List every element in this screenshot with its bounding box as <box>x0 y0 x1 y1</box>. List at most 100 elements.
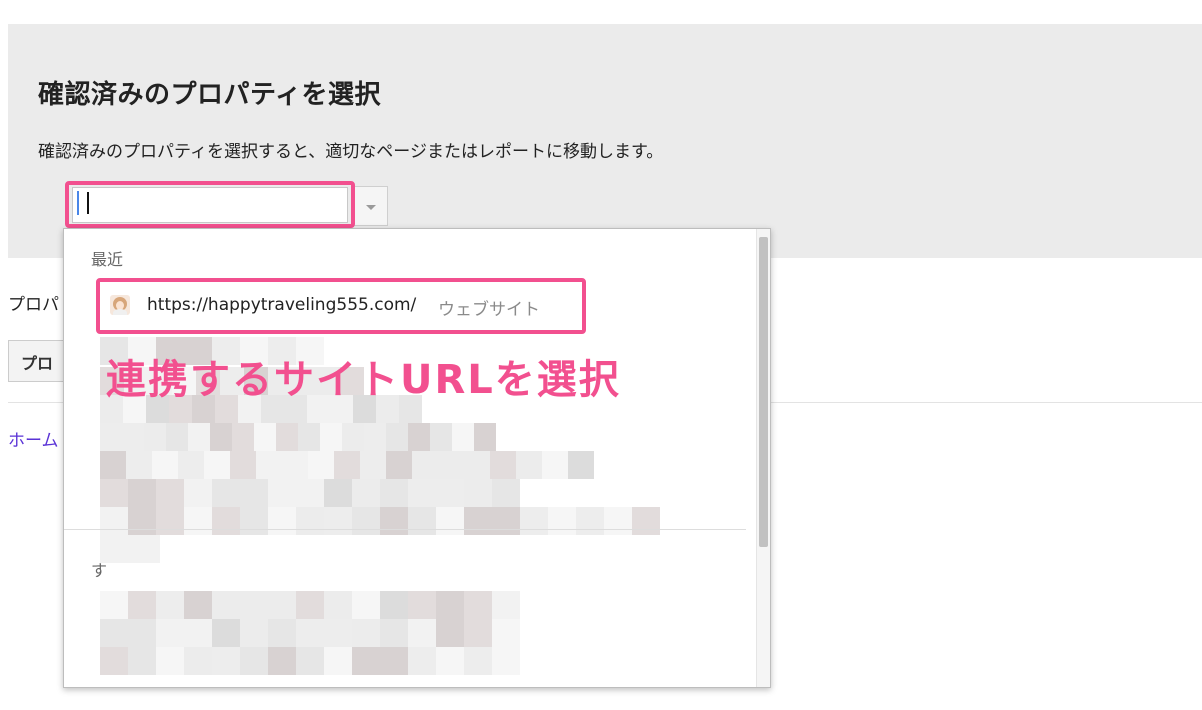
all-section-label: す <box>91 561 108 580</box>
blur-pixel <box>464 507 492 535</box>
blur-pixel <box>542 451 568 479</box>
blur-pixel <box>352 507 380 535</box>
blur-pixel <box>492 591 520 619</box>
annotation-text: 連携するサイトURLを選択 <box>106 357 621 403</box>
user-avatar-favicon-icon <box>110 295 130 315</box>
blur-pixel <box>166 423 188 451</box>
property-type: ウェブサイト <box>438 300 540 320</box>
blur-pixel <box>296 479 324 507</box>
blur-pixel <box>240 507 268 535</box>
blur-pixel <box>436 591 464 619</box>
blur-pixel <box>492 619 520 647</box>
blur-pixel <box>100 647 128 675</box>
blur-pixel <box>296 591 324 619</box>
blur-pixel <box>256 451 282 479</box>
blur-pixel <box>254 423 276 451</box>
blur-pixel <box>240 647 268 675</box>
blur-pixel <box>360 451 386 479</box>
blur-pixel <box>268 507 296 535</box>
blur-pixel <box>324 479 352 507</box>
blur-pixel <box>352 647 380 675</box>
blur-pixel <box>548 507 576 535</box>
blur-pixel <box>604 507 632 535</box>
property-url: https://happytraveling555.com/ <box>147 295 417 315</box>
blur-pixel <box>380 647 408 675</box>
blur-pixel <box>204 451 230 479</box>
blur-pixel <box>436 507 464 535</box>
blur-pixel <box>240 619 268 647</box>
blur-pixel <box>380 591 408 619</box>
blur-pixel <box>334 451 360 479</box>
triangle-down-icon[interactable] <box>352 186 388 226</box>
blur-pixel <box>296 507 324 535</box>
blur-pixel <box>268 619 296 647</box>
blur-pixel <box>122 423 144 451</box>
blur-pixel <box>436 479 464 507</box>
blur-pixel <box>128 507 156 535</box>
blur-pixel <box>128 619 156 647</box>
blur-pixel <box>156 619 184 647</box>
blur-pixel <box>464 619 492 647</box>
blur-pixel <box>100 451 126 479</box>
recent-property-item[interactable]: https://happytraveling555.com/ ウェブサイト <box>104 285 574 327</box>
blur-pixel <box>380 507 408 535</box>
blur-pixel <box>184 647 212 675</box>
home-link[interactable]: ホーム <box>8 426 59 451</box>
dropdown-divider <box>64 529 746 530</box>
blur-pixel <box>188 423 210 451</box>
property-search-input[interactable] <box>72 187 348 223</box>
blur-pixel <box>516 451 542 479</box>
blur-pixel <box>364 423 386 451</box>
blur-pixel <box>268 591 296 619</box>
blur-pixel <box>520 507 548 535</box>
blur-pixel <box>212 647 240 675</box>
blur-pixel <box>352 591 380 619</box>
blur-pixel <box>430 423 452 451</box>
blur-pixel <box>240 479 268 507</box>
blur-pixel <box>156 479 184 507</box>
blur-pixel <box>128 647 156 675</box>
property-select[interactable] <box>70 184 390 226</box>
blur-pixel <box>632 507 660 535</box>
blur-pixel <box>380 619 408 647</box>
blur-pixel <box>436 619 464 647</box>
input-focus-indicator <box>77 191 79 215</box>
background-label: プロパ <box>8 295 59 315</box>
scrollbar-thumb[interactable] <box>759 237 768 547</box>
blur-pixel <box>474 423 496 451</box>
blur-pixel <box>412 451 438 479</box>
blur-pixel <box>490 451 516 479</box>
blur-pixel <box>464 591 492 619</box>
blur-pixel <box>324 507 352 535</box>
blur-pixel <box>100 619 128 647</box>
blur-pixel <box>408 591 436 619</box>
blur-pixel <box>352 619 380 647</box>
blur-pixel <box>156 591 184 619</box>
blur-pixel <box>184 619 212 647</box>
blur-pixel <box>464 479 492 507</box>
blur-pixel <box>452 423 474 451</box>
blur-pixel <box>324 591 352 619</box>
blur-pixel <box>320 423 342 451</box>
blur-pixel <box>386 423 408 451</box>
blur-pixel <box>184 591 212 619</box>
blur-pixel <box>126 451 152 479</box>
blur-pixel <box>212 619 240 647</box>
blur-pixel <box>464 647 492 675</box>
blur-pixel <box>568 451 594 479</box>
blur-pixel <box>184 507 212 535</box>
blur-pixel <box>268 647 296 675</box>
blur-pixel <box>408 423 430 451</box>
blur-pixel <box>184 479 212 507</box>
blur-pixel <box>576 507 604 535</box>
blur-pixel <box>156 647 184 675</box>
blur-pixel <box>212 591 240 619</box>
blur-pixel <box>438 451 464 479</box>
blur-pixel <box>342 423 364 451</box>
blur-pixel <box>408 647 436 675</box>
dropdown-scrollbar[interactable] <box>756 229 770 687</box>
blur-pixel <box>380 479 408 507</box>
blur-pixel <box>296 647 324 675</box>
blur-pixel <box>492 479 520 507</box>
blur-pixel <box>324 619 352 647</box>
